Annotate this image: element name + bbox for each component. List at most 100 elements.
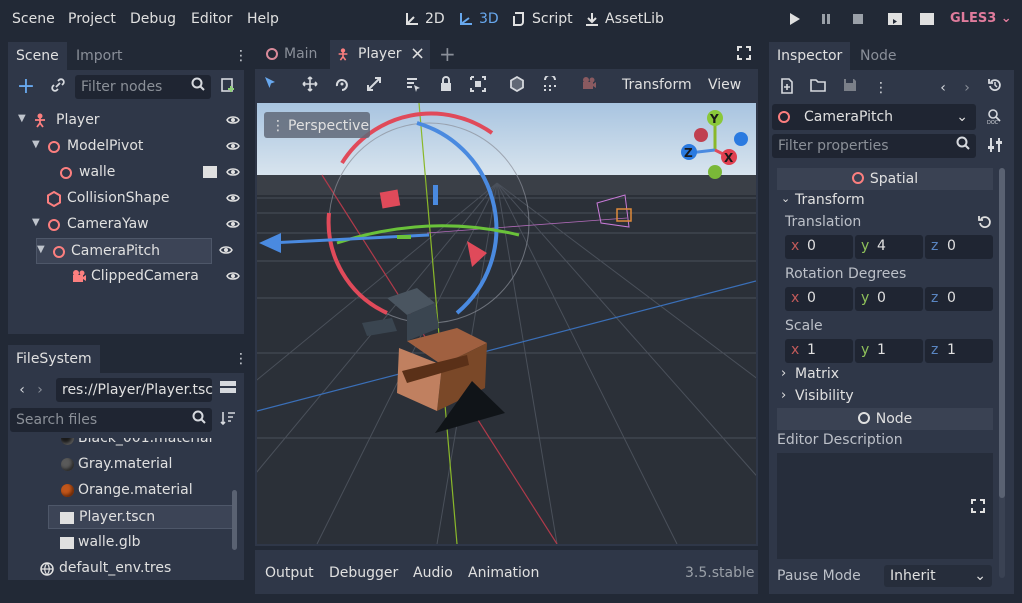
group-visibility[interactable]: › Visibility [777, 387, 993, 409]
group-transform[interactable]: ⌄ Transform [777, 191, 993, 213]
collapse-arrow-icon[interactable]: ▼ [32, 217, 40, 228]
scale-tool-icon[interactable] [364, 76, 384, 96]
group-matrix[interactable]: › Matrix [777, 365, 993, 387]
scale-x-field[interactable]: x1 [785, 339, 853, 363]
link-icon[interactable] [48, 77, 68, 97]
section-spatial[interactable]: Spatial [777, 168, 993, 190]
file-item[interactable]: default_env.tres [32, 557, 218, 580]
visibility-eye-icon[interactable] [226, 140, 240, 152]
filter-nodes-input[interactable]: Filter nodes [75, 75, 211, 99]
3d-viewport[interactable]: ⋮ Perspective Y Z X [257, 103, 756, 544]
filter-properties-input[interactable]: Filter properties [772, 134, 976, 158]
collapse-arrow-icon[interactable]: ▼ [18, 113, 26, 124]
rotation-y-field[interactable]: y0 [855, 287, 923, 311]
expand-icon[interactable] [971, 499, 985, 517]
rotate-tool-icon[interactable] [332, 76, 352, 96]
pause-button[interactable] [817, 12, 835, 28]
split-view-icon[interactable] [218, 380, 238, 400]
instance-scene-icon[interactable] [218, 77, 238, 97]
documentation-icon[interactable]: DOC [985, 107, 1005, 127]
tree-node-player[interactable]: ▼ Player [16, 108, 244, 134]
renderer-selector[interactable]: GLES3 ⌄ [950, 11, 1012, 26]
tab-debugger[interactable]: Debugger [329, 565, 398, 581]
file-item-selected[interactable]: Player.tscn [48, 505, 234, 529]
inspector-scrollbar[interactable] [999, 168, 1005, 578]
menu-editor[interactable]: Editor [191, 11, 232, 27]
lock-icon[interactable] [436, 76, 456, 96]
view-menu[interactable]: View [708, 77, 741, 93]
tab-player-scene[interactable]: Player × [330, 40, 430, 69]
filesystem-menu-icon[interactable]: ⋮ [234, 351, 244, 367]
save-icon[interactable] [840, 78, 860, 98]
back-arrow-icon[interactable]: ‹ [12, 380, 32, 400]
history-back-icon[interactable]: ‹ [933, 78, 953, 98]
tree-node-camerayaw[interactable]: ▼ CameraYaw [16, 212, 244, 238]
play-button[interactable] [785, 12, 803, 28]
close-icon[interactable]: × [410, 43, 425, 64]
move-tool-icon[interactable] [300, 76, 320, 96]
tree-node-collisionshape[interactable]: CollisionShape [16, 186, 244, 212]
object-selector[interactable]: CameraPitch ⌄ [772, 104, 976, 130]
add-tab-icon[interactable]: + [439, 42, 456, 66]
collapse-arrow-icon[interactable]: ▼ [32, 139, 40, 150]
tree-node-modelpivot[interactable]: ▼ ModelPivot [16, 134, 244, 160]
transform-menu[interactable]: Transform [622, 77, 692, 93]
object-menu-icon[interactable]: ⋮ [871, 78, 891, 98]
mode-assetlib-button[interactable]: AssetLib [584, 11, 664, 27]
camera-preview-icon[interactable] [579, 76, 599, 96]
revert-icon[interactable] [978, 215, 992, 233]
rotation-x-field[interactable]: x0 [785, 287, 853, 311]
tab-import[interactable]: Import [68, 42, 130, 70]
tree-node-walle[interactable]: walle [16, 160, 244, 186]
file-item[interactable]: Gray.material [48, 453, 234, 477]
mode-2d-button[interactable]: 2D [404, 11, 445, 27]
perspective-label[interactable]: ⋮ Perspective [264, 112, 370, 138]
path-field[interactable]: res://Player/Player.tsc [56, 378, 213, 402]
pause-mode-select[interactable]: Inherit ⌄ [884, 565, 992, 587]
visibility-eye-icon[interactable] [226, 270, 240, 282]
tree-node-clippedcamera[interactable]: ClippedCamera [16, 264, 244, 290]
history-icon[interactable] [985, 78, 1005, 98]
tree-node-camerapitch[interactable]: ▼ CameraPitch [36, 238, 212, 264]
gizmo-neg-y[interactable] [708, 165, 722, 179]
history-forward-icon[interactable]: › [957, 78, 977, 98]
tab-scene[interactable]: Scene [8, 42, 67, 70]
mode-3d-button[interactable]: 3D [458, 11, 499, 27]
menu-help[interactable]: Help [247, 11, 279, 27]
select-tool-icon[interactable] [260, 76, 280, 96]
play-custom-scene-button[interactable] [918, 12, 936, 28]
visibility-eye-icon[interactable] [226, 218, 240, 230]
add-node-icon[interactable]: + [16, 76, 36, 98]
sort-icon[interactable] [218, 410, 238, 430]
forward-arrow-icon[interactable]: › [30, 380, 50, 400]
tab-filesystem[interactable]: FileSystem [8, 345, 100, 373]
local-space-icon[interactable] [507, 75, 527, 96]
file-list-scrollbar[interactable] [232, 490, 237, 550]
group-icon[interactable] [468, 76, 488, 96]
section-node[interactable]: Node [777, 408, 993, 430]
menu-scene[interactable]: Scene [12, 11, 55, 27]
new-resource-icon[interactable] [777, 78, 797, 98]
file-item[interactable]: Orange.material [48, 479, 234, 503]
stop-button[interactable] [849, 12, 867, 28]
open-folder-icon[interactable] [808, 78, 828, 98]
tab-node[interactable]: Node [852, 42, 905, 70]
editor-description-textarea[interactable] [777, 453, 993, 559]
tab-inspector[interactable]: Inspector [769, 42, 851, 70]
open-in-editor-icon[interactable] [202, 165, 218, 183]
list-select-icon[interactable] [403, 76, 423, 96]
translation-x-field[interactable]: x0 [785, 235, 853, 259]
scale-y-field[interactable]: y1 [855, 339, 923, 363]
file-item[interactable]: walle.glb [48, 531, 234, 555]
search-files-input[interactable]: Search files [10, 408, 212, 432]
visibility-eye-icon[interactable] [226, 192, 240, 204]
file-item[interactable]: Black_001.material [48, 438, 234, 451]
tab-main-scene[interactable]: Main [260, 40, 326, 69]
menu-project[interactable]: Project [68, 11, 116, 27]
tab-animation[interactable]: Animation [468, 565, 539, 581]
translation-y-field[interactable]: y4 [855, 235, 923, 259]
menu-debug[interactable]: Debug [130, 11, 176, 27]
visibility-eye-icon[interactable] [219, 244, 233, 256]
mode-script-button[interactable]: Script [511, 11, 573, 27]
collapse-arrow-icon[interactable]: ▼ [37, 244, 45, 255]
